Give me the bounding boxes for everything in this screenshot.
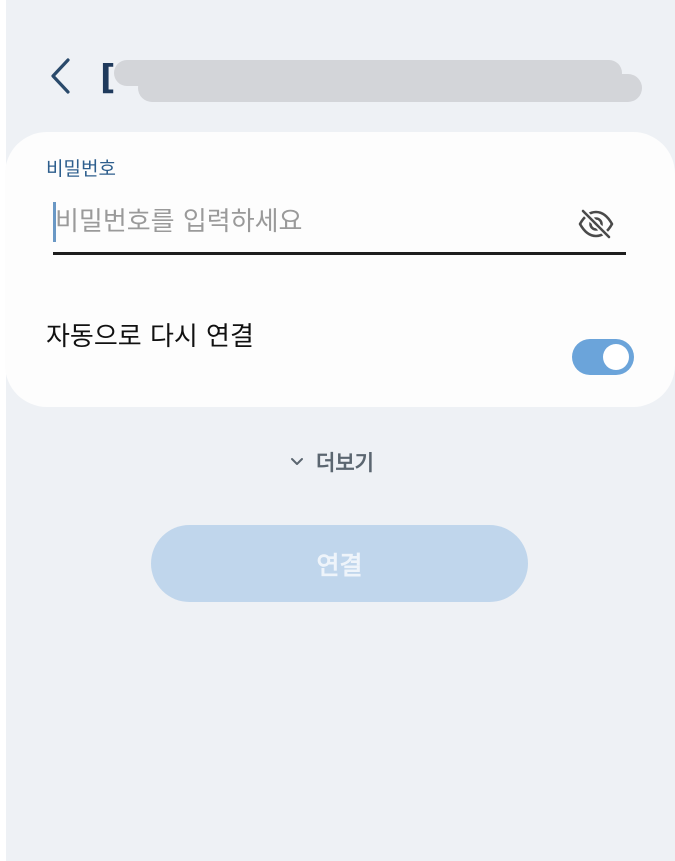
- chevron-down-icon: [291, 458, 303, 465]
- header: [: [0, 40, 675, 120]
- password-field: [53, 196, 626, 255]
- auto-reconnect-toggle[interactable]: [572, 339, 634, 375]
- connect-button[interactable]: 연결: [151, 525, 528, 602]
- toggle-visibility-button[interactable]: [576, 204, 616, 244]
- left-edge: [0, 0, 6, 861]
- network-title: [: [100, 58, 645, 106]
- title-text: [: [100, 58, 116, 98]
- eye-slash-icon: [578, 209, 614, 239]
- back-button[interactable]: [38, 54, 82, 98]
- more-button[interactable]: 더보기: [290, 444, 374, 480]
- title-redaction: [138, 74, 642, 102]
- password-input[interactable]: [53, 196, 555, 248]
- auto-reconnect-label: 자동으로 다시 연결: [46, 322, 254, 352]
- chevron-left-icon: [51, 58, 70, 94]
- settings-card: 비밀번호 자동으로 다시 연결: [5, 132, 675, 407]
- more-label: 더보기: [316, 451, 374, 475]
- password-label: 비밀번호: [46, 158, 116, 180]
- connect-label: 연결: [316, 550, 363, 580]
- toggle-knob: [603, 344, 629, 370]
